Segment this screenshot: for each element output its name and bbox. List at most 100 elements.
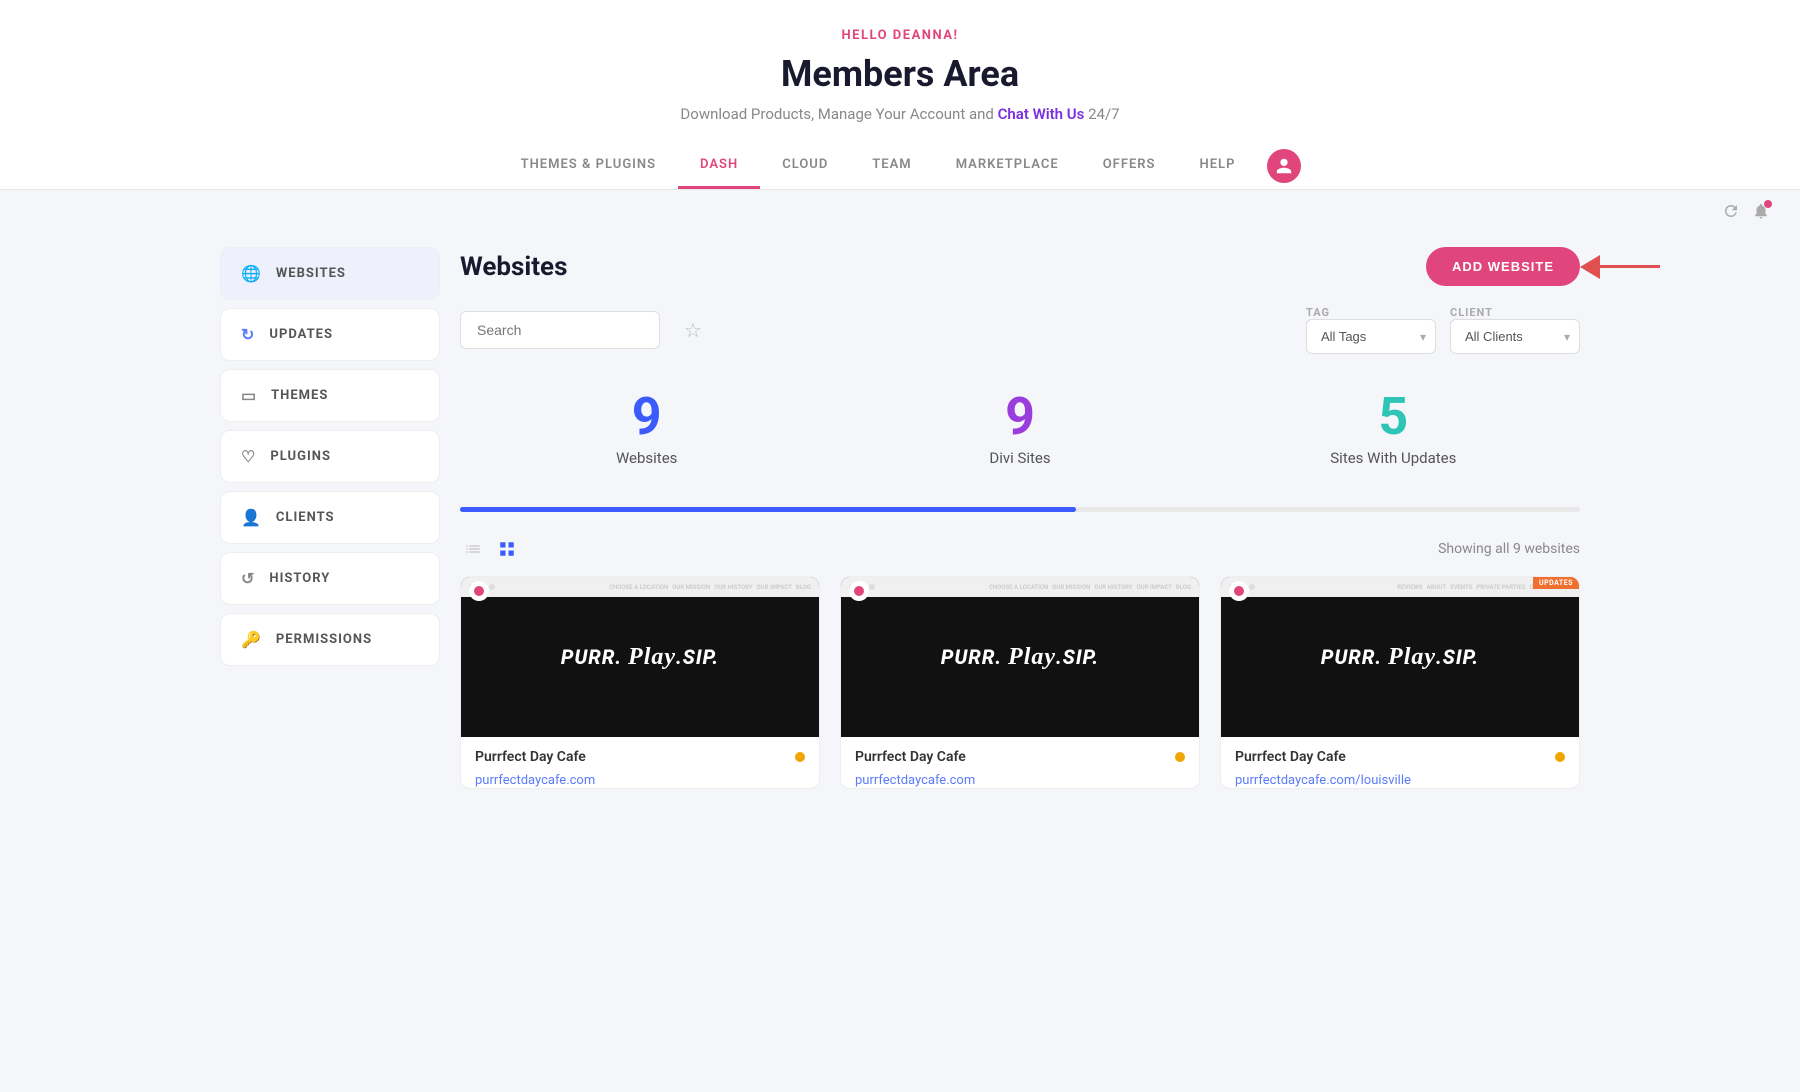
clients-icon: 👤: [241, 508, 262, 527]
search-input[interactable]: [460, 311, 660, 349]
sidebar-label-websites: WEBSITES: [276, 266, 346, 281]
site-card: CHOOSE A LOCATION OUR MISSION OUR HISTOR…: [460, 576, 820, 789]
sites-grid: CHOOSE A LOCATION OUR MISSION OUR HISTOR…: [460, 576, 1580, 789]
site-name: Purrfect Day Cafe: [475, 749, 586, 765]
subtitle-suffix: 24/7: [1088, 105, 1119, 123]
permissions-icon: 🔑: [241, 630, 262, 649]
view-toggle: [460, 536, 520, 562]
history-icon: ↺: [241, 569, 255, 588]
arrow-indicator: [1580, 255, 1660, 279]
thumbnail-bar: CHOOSE A LOCATION OUR MISSION OUR HISTOR…: [841, 577, 1199, 597]
nav-team[interactable]: TEAM: [850, 143, 933, 189]
tag-filter-group: TAG All Tags: [1306, 306, 1436, 354]
site-url[interactable]: purrfectdaycafe.com: [841, 773, 989, 789]
sidebar-label-themes: THEMES: [271, 388, 328, 403]
client-select[interactable]: All Clients: [1450, 319, 1580, 354]
sidebar-item-permissions[interactable]: 🔑 PERMISSIONS: [220, 613, 440, 666]
site-card: REVIEWS ABOUT EVENTS PRIVATE PARTIES ORD…: [1220, 576, 1580, 789]
page-title: Members Area: [20, 53, 1780, 95]
site-name-row: Purrfect Day Cafe: [461, 737, 819, 769]
tag-label: TAG: [1306, 306, 1436, 319]
content-header: Websites ADD WEBSITE: [460, 247, 1580, 286]
site-thumbnail: CHOOSE A LOCATION OUR MISSION OUR HISTOR…: [461, 577, 819, 737]
divi-label: Divi Sites: [833, 449, 1206, 467]
site-url[interactable]: purrfectdaycafe.com/louisville: [1221, 773, 1425, 789]
filters-row: ☆ TAG All Tags CLIENT All Clients: [460, 306, 1580, 354]
avatar[interactable]: [1267, 149, 1301, 183]
sidebar-label-clients: CLIENTS: [276, 510, 335, 525]
status-indicator: [1555, 752, 1565, 762]
updates-count: 5: [1207, 388, 1580, 445]
notifications-icon[interactable]: [1752, 202, 1770, 225]
site-name-row: Purrfect Day Cafe: [841, 737, 1199, 769]
tag-select[interactable]: All Tags: [1306, 319, 1436, 354]
websites-count: 9: [460, 388, 833, 445]
add-website-button[interactable]: ADD WEBSITE: [1426, 247, 1580, 286]
header: HELLO DEANNA! Members Area Download Prod…: [0, 0, 1800, 190]
sidebar-label-history: HISTORY: [269, 571, 330, 586]
favorite-star-button[interactable]: ☆: [684, 318, 702, 342]
main-nav: THEMES & PLUGINS DASH CLOUD TEAM MARKETP…: [20, 143, 1780, 189]
plugins-icon: ♡: [241, 447, 256, 466]
main-layout: 🌐 WEBSITES ↻ UPDATES ▭ THEMES ♡ PLUGINS …: [200, 237, 1600, 789]
arrow-line: [1600, 265, 1660, 268]
content-title: Websites: [460, 252, 567, 282]
site-thumbnail: REVIEWS ABOUT EVENTS PRIVATE PARTIES ORD…: [1221, 577, 1579, 737]
sidebar-item-clients[interactable]: 👤 CLIENTS: [220, 491, 440, 544]
nav-dash[interactable]: DASH: [678, 143, 760, 189]
status-indicator: [1175, 752, 1185, 762]
refresh-icon[interactable]: [1722, 202, 1740, 225]
client-filter-group: CLIENT All Clients: [1450, 306, 1580, 354]
client-select-wrapper: All Clients: [1450, 319, 1580, 354]
update-badge: UPDATES: [1533, 577, 1579, 589]
notification-badge: [1764, 200, 1772, 208]
arrow-head: [1580, 255, 1600, 279]
tag-select-wrapper: All Tags: [1306, 319, 1436, 354]
sidebar-label-permissions: PERMISSIONS: [276, 632, 372, 647]
themes-icon: ▭: [241, 386, 257, 405]
updates-label: Sites With Updates: [1207, 449, 1580, 467]
sidebar-item-updates[interactable]: ↻ UPDATES: [220, 308, 440, 361]
stat-divi: 9 Divi Sites: [833, 378, 1206, 487]
nav-help[interactable]: HELP: [1178, 143, 1258, 189]
sidebar-label-plugins: PLUGINS: [270, 449, 331, 464]
site-thumbnail: CHOOSE A LOCATION OUR MISSION OUR HISTOR…: [841, 577, 1199, 737]
list-view-button[interactable]: [460, 536, 486, 562]
sidebar-item-themes[interactable]: ▭ THEMES: [220, 369, 440, 422]
nav-offers[interactable]: OFFERS: [1081, 143, 1178, 189]
content-area: Websites ADD WEBSITE ☆ TAG All Tags: [460, 237, 1580, 789]
chat-link[interactable]: Chat With Us: [998, 105, 1085, 123]
showing-row: Showing all 9 websites: [460, 536, 1580, 562]
stat-updates: 5 Sites With Updates: [1207, 378, 1580, 487]
thumbnail-bar: REVIEWS ABOUT EVENTS PRIVATE PARTIES ORD…: [1221, 577, 1579, 597]
sidebar-label-updates: UPDATES: [269, 327, 333, 342]
sidebar: 🌐 WEBSITES ↻ UPDATES ▭ THEMES ♡ PLUGINS …: [220, 237, 440, 789]
sidebar-item-websites[interactable]: 🌐 WEBSITES: [220, 247, 440, 300]
divi-count: 9: [833, 388, 1206, 445]
site-name-row: Purrfect Day Cafe: [1221, 737, 1579, 769]
toolbar: [0, 190, 1800, 237]
stats-row: 9 Websites 9 Divi Sites 5 Sites With Upd…: [460, 378, 1580, 487]
site-card: CHOOSE A LOCATION OUR MISSION OUR HISTOR…: [840, 576, 1200, 789]
showing-count: Showing all 9 websites: [1438, 541, 1580, 557]
site-name: Purrfect Day Cafe: [1235, 749, 1346, 765]
sidebar-item-plugins[interactable]: ♡ PLUGINS: [220, 430, 440, 483]
globe-icon: 🌐: [241, 264, 262, 283]
grid-view-button[interactable]: [494, 536, 520, 562]
thumbnail-bar: CHOOSE A LOCATION OUR MISSION OUR HISTOR…: [461, 577, 819, 597]
site-url[interactable]: purrfectdaycafe.com: [461, 773, 609, 789]
sidebar-item-history[interactable]: ↺ HISTORY: [220, 552, 440, 605]
nav-marketplace[interactable]: MARKETPLACE: [934, 143, 1081, 189]
nav-themes-plugins[interactable]: THEMES & PLUGINS: [499, 143, 678, 189]
subtitle: Download Products, Manage Your Account a…: [20, 105, 1780, 123]
filter-group: TAG All Tags CLIENT All Clients: [1306, 306, 1580, 354]
progress-bar: [460, 507, 1580, 512]
greeting: HELLO DEANNA!: [20, 28, 1780, 43]
websites-label: Websites: [460, 449, 833, 467]
stat-websites: 9 Websites: [460, 378, 833, 487]
site-name: Purrfect Day Cafe: [855, 749, 966, 765]
progress-fill: [460, 507, 1076, 512]
subtitle-prefix: Download Products, Manage Your Account a…: [680, 105, 997, 123]
client-label: CLIENT: [1450, 306, 1580, 319]
nav-cloud[interactable]: CLOUD: [760, 143, 850, 189]
